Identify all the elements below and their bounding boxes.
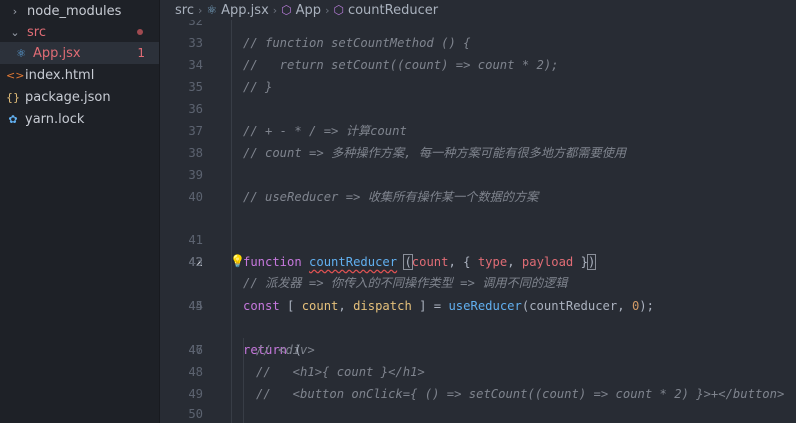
code-line: 39: [188, 168, 203, 182]
code-line: 47// <div>: [188, 343, 315, 357]
tree-item-src[interactable]: ⌄ src: [0, 21, 159, 43]
code-editor[interactable]: 32 33// function setCountMethod () { 34/…: [160, 0, 796, 423]
code-line: 33// function setCountMethod () {: [188, 36, 471, 50]
problem-count-badge: 1: [137, 46, 145, 60]
breadcrumb-item[interactable]: src: [175, 3, 194, 18]
code-line: 48// <h1>{ count }</h1>: [188, 365, 425, 379]
symbol-icon: ⬡: [333, 3, 344, 17]
tree-item-package-json[interactable]: {} package.json: [0, 86, 159, 108]
code-line: 38// count => 多种操作方案, 每一种方案可能有很多地方都需要使用: [188, 146, 627, 160]
code-line: 43: [188, 255, 203, 269]
html-icon: <>: [6, 68, 25, 82]
tree-item-label: yarn.lock: [25, 111, 85, 127]
breadcrumb-item[interactable]: App: [296, 3, 321, 18]
symbol-icon: ⬡: [281, 3, 292, 17]
code-line: 46 return (: [188, 342, 302, 357]
tree-item-label: index.html: [25, 67, 95, 83]
breadcrumb-item[interactable]: countReducer: [348, 3, 438, 18]
code-line: 36: [188, 102, 203, 116]
code-line: 44 const [ count, dispatch ] = useReducer…: [188, 298, 654, 313]
yarn-icon: ✿: [8, 112, 18, 126]
json-icon: {}: [6, 90, 20, 104]
breadcrumb-item[interactable]: App.jsx: [221, 3, 269, 18]
chevron-right-icon: ›: [325, 3, 330, 17]
code-line-current: 42 function countReducer (count, { type, …: [188, 253, 597, 270]
code-line: 35// }: [188, 80, 273, 94]
tree-item-node-modules[interactable]: › node_modules: [0, 0, 159, 22]
code-line: 41 💡 // 派发器 => 你传入的不同操作类型 => 调用不同的逻辑: [188, 232, 568, 290]
tree-item-index-html[interactable]: <> index.html: [0, 64, 159, 86]
code-line: 40// useReducer => 收集所有操作某一个数据的方案: [188, 190, 539, 204]
code-line: 50: [188, 407, 203, 421]
code-line: 34// return setCount((count) => count * …: [188, 58, 559, 72]
tree-item-yarn-lock[interactable]: ✿ yarn.lock: [0, 108, 159, 130]
window: › node_modules ⌄ src ⚛ App.jsx 1 <> inde…: [0, 0, 796, 423]
code-line: 49// <button onClick={ () => setCount((c…: [188, 387, 785, 401]
tree-item-label: App.jsx: [33, 45, 81, 61]
error-dot: [137, 29, 143, 35]
file-explorer: › node_modules ⌄ src ⚛ App.jsx 1 <> inde…: [0, 0, 160, 423]
breadcrumb: src › ⚛ App.jsx › ⬡ App › ⬡ countReducer: [160, 0, 796, 20]
tree-item-app-jsx[interactable]: ⚛ App.jsx 1: [0, 42, 159, 64]
react-icon: ⚛: [16, 46, 26, 60]
code-line: 37// + - * / => 计算count: [188, 124, 407, 138]
code-area[interactable]: 32 33// function setCountMethod () { 34/…: [160, 0, 796, 423]
chevron-down-icon: ⌄: [10, 25, 20, 39]
tree-item-label: src: [27, 24, 46, 40]
chevron-right-icon: ›: [12, 4, 18, 18]
chevron-right-icon: ›: [272, 3, 278, 17]
code-line: 45: [188, 299, 203, 313]
react-icon: ⚛: [206, 3, 218, 17]
chevron-right-icon: ›: [197, 3, 203, 17]
tree-item-label: node_modules: [27, 3, 122, 19]
tree-item-label: package.json: [25, 89, 111, 105]
